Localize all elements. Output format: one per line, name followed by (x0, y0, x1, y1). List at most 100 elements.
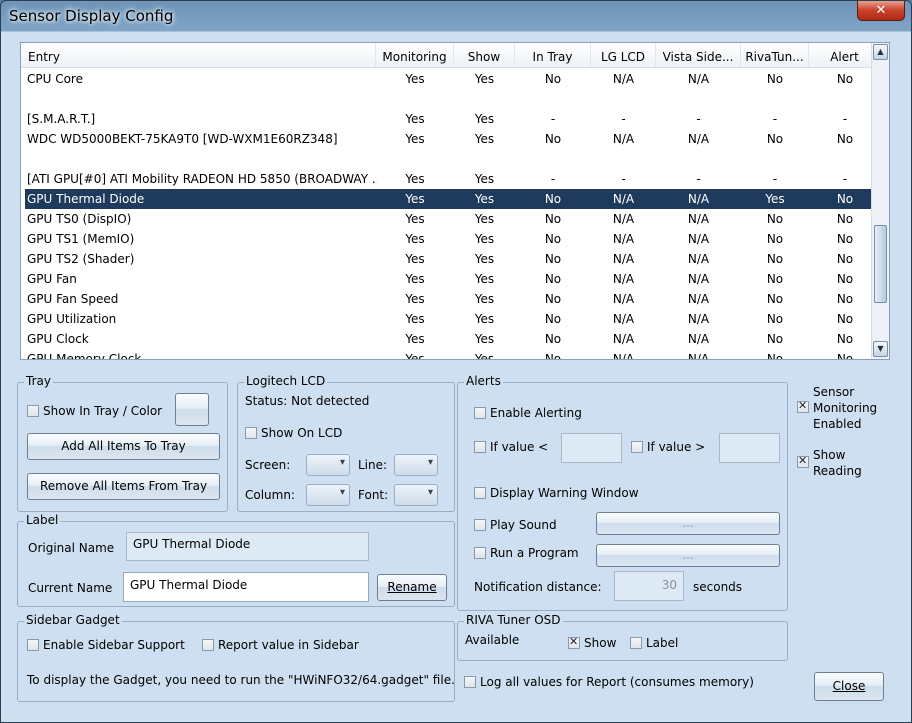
list-row[interactable]: GPU Utilization Yes Yes No N/A N/A No No (25, 309, 881, 329)
current-name-input[interactable]: GPU Thermal Diode (123, 572, 369, 602)
row-cell: Yes (405, 212, 425, 226)
column-header[interactable]: Vista Side... (656, 43, 741, 68)
scroll-thumb[interactable] (874, 225, 887, 303)
log-all-label: Log all values for Report (consumes memo… (480, 675, 754, 689)
report-sidebar-checkbox[interactable] (202, 639, 214, 651)
row-cell: Yes (405, 132, 425, 146)
row-cell: Yes (405, 192, 425, 206)
row-cell: Yes (474, 352, 495, 360)
row-cell: No (766, 352, 784, 360)
sidebar-group-title: Sidebar Gadget (24, 613, 122, 627)
screen-select[interactable] (306, 454, 350, 476)
remove-all-tray-button[interactable]: Remove All Items From Tray (27, 473, 220, 500)
report-sidebar-label: Report value in Sidebar (218, 638, 359, 652)
enable-sidebar-checkbox[interactable] (27, 639, 39, 651)
tray-group-title: Tray (24, 374, 53, 388)
notification-distance-input[interactable]: 30 (614, 571, 684, 601)
scroll-up-icon[interactable]: ▲ (873, 44, 888, 60)
rename-button[interactable]: Rename (377, 574, 447, 601)
row-cell: Yes (405, 232, 425, 246)
row-cell: N/A (687, 212, 710, 226)
show-on-lcd-label: Show On LCD (261, 426, 343, 440)
lcd-status: Status: Not detected (245, 394, 370, 408)
list-row[interactable] (25, 149, 881, 169)
row-entry: GPU Fan (27, 272, 77, 286)
scroll-down-icon[interactable]: ▼ (873, 341, 888, 357)
list-row[interactable]: GPU TS2 (Shader) Yes Yes No N/A N/A No No (25, 249, 881, 269)
list-row[interactable]: GPU Fan Speed Yes Yes No N/A N/A No No (25, 289, 881, 309)
vertical-scrollbar[interactable]: ▲ ▼ (871, 43, 889, 359)
add-all-tray-button[interactable]: Add All Items To Tray (27, 433, 220, 460)
show-reading-checkbox[interactable] (797, 454, 809, 468)
column-header[interactable]: In Tray (515, 43, 591, 68)
row-cell: Yes (405, 112, 425, 126)
font-select[interactable] (394, 484, 438, 506)
sensor-list[interactable]: Entry Monitoring Show In Tray LG LCD Vista Si… (20, 42, 890, 360)
riva-show-checkbox[interactable] (568, 635, 580, 649)
alerts-group: Alerts Enable Alerting If value < If val… (457, 374, 788, 611)
if-greater-input[interactable] (719, 433, 780, 463)
show-in-tray-checkbox[interactable] (27, 405, 39, 417)
list-row[interactable]: GPU TS0 (DispIO) Yes Yes No N/A N/A No No (25, 209, 881, 229)
dialog-window: Sensor Display Config ✕ Entry Monitoring S… (0, 0, 912, 723)
tray-color-button[interactable] (175, 393, 209, 426)
close-icon[interactable]: ✕ (857, 1, 905, 21)
row-cell: - (696, 112, 701, 126)
list-row[interactable]: GPU Memory Clock Yes Yes No N/A N/A No No (25, 349, 881, 360)
column-header[interactable]: Show (454, 43, 515, 68)
riva-label-checkbox[interactable] (630, 637, 642, 649)
alerts-group-title: Alerts (464, 374, 503, 388)
row-cell: No (766, 72, 784, 86)
show-on-lcd-checkbox[interactable] (245, 427, 257, 439)
row-entry: GPU Clock (27, 332, 89, 346)
row-cell: Yes (405, 252, 425, 266)
list-row[interactable]: CPU Core Yes Yes No N/A N/A No No (25, 69, 881, 89)
list-row[interactable]: GPU TS1 (MemIO) Yes Yes No N/A N/A No No (25, 229, 881, 249)
row-cell: N/A (612, 272, 635, 286)
row-cell: N/A (612, 232, 635, 246)
list-row[interactable]: [S.M.A.R.T.] Yes Yes - - - - - (25, 109, 881, 129)
list-row[interactable] (25, 89, 881, 109)
close-button[interactable]: Close (814, 672, 884, 701)
column-select[interactable] (306, 484, 350, 506)
row-entry: GPU Thermal Diode (27, 192, 145, 206)
list-row[interactable]: [ATI GPU[#0] ATI Mobility RADEON HD 5850… (25, 169, 881, 189)
row-cell: Yes (474, 332, 495, 346)
if-less-checkbox[interactable] (474, 441, 486, 453)
column-header[interactable]: RivaTun... (741, 43, 809, 68)
enable-alerting-checkbox[interactable] (474, 407, 486, 419)
list-row[interactable]: GPU Fan Yes Yes No N/A N/A No No (25, 269, 881, 289)
row-cell: N/A (687, 272, 710, 286)
original-name-label: Original Name (28, 541, 115, 555)
if-less-input[interactable] (561, 433, 622, 463)
row-cell: Yes (405, 352, 425, 360)
column-header[interactable]: Monitoring (376, 43, 454, 68)
column-header[interactable]: Entry (21, 43, 376, 68)
log-all-checkbox[interactable] (464, 676, 476, 688)
warning-window-checkbox[interactable] (474, 487, 486, 499)
sensor-monitoring-checkbox[interactable] (797, 399, 809, 413)
sound-browse-button[interactable]: ... (596, 512, 780, 535)
if-greater-checkbox[interactable] (631, 441, 643, 453)
play-sound-checkbox[interactable] (474, 519, 486, 531)
row-cell: N/A (687, 192, 710, 206)
list-row[interactable]: GPU Thermal Diode Yes Yes No N/A N/A Yes No (25, 189, 881, 209)
row-cell: Yes (474, 232, 495, 246)
list-row[interactable]: WDC WD5000BEKT-75KA9T0 [WD-WXM1E60RZ348]… (25, 129, 881, 149)
program-browse-button[interactable]: ... (596, 544, 780, 567)
row-cell: N/A (687, 292, 710, 306)
row-cell: Yes (474, 312, 495, 326)
run-program-checkbox[interactable] (474, 547, 486, 559)
row-cell: No (766, 252, 784, 266)
list-row[interactable]: GPU Clock Yes Yes No N/A N/A No No (25, 329, 881, 349)
line-select[interactable] (394, 454, 438, 476)
row-cell: No (544, 332, 562, 346)
row-cell: No (544, 212, 562, 226)
dialog-client: Entry Monitoring Show In Tray LG LCD Vista Si… (8, 32, 905, 717)
row-cell: No (544, 132, 562, 146)
column-header[interactable]: LG LCD (591, 43, 656, 68)
row-cell: N/A (612, 132, 635, 146)
row-cell: N/A (612, 292, 635, 306)
enable-sidebar-label: Enable Sidebar Support (43, 638, 185, 652)
row-cell: Yes (474, 172, 495, 186)
